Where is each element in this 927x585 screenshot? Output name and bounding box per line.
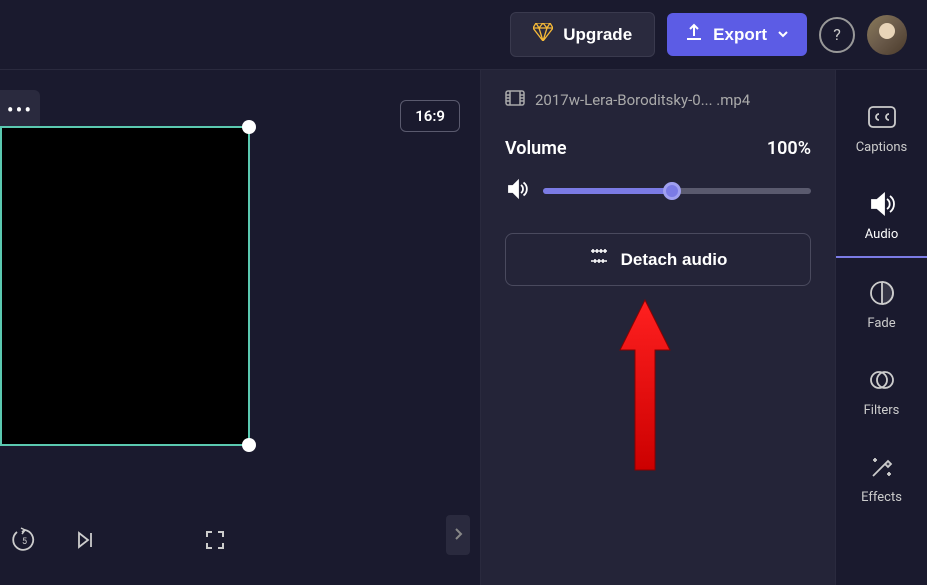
effects-icon [867,452,897,482]
sidebar-label: Fade [867,316,895,331]
panel-toggle-button[interactable] [446,515,470,555]
fade-icon [867,278,897,308]
next-frame-button[interactable] [70,525,100,555]
sidebar-label: Audio [865,227,898,242]
file-name-row: 2017w-Lera-Boroditsky-0... .mp4 [505,90,811,110]
upgrade-label: Upgrade [563,25,632,45]
video-file-icon [505,90,525,110]
ellipsis-icon: ••• [7,98,33,122]
detach-label: Detach audio [621,250,728,270]
media-selection-frame[interactable] [0,126,250,446]
captions-icon [867,102,897,132]
upload-icon [685,23,703,46]
help-button[interactable]: ? [819,17,855,53]
volume-slider-row [505,177,811,205]
svg-text:5: 5 [22,537,27,547]
user-avatar[interactable] [867,15,907,55]
sidebar-item-captions[interactable]: Captions [836,88,927,169]
volume-value: 100% [767,138,811,159]
fullscreen-button[interactable] [200,525,230,555]
file-name-text: 2017w-Lera-Boroditsky-0... .mp4 [535,91,750,109]
diamond-icon [533,23,553,46]
right-sidebar: Captions Audio Fade Filters Effects [835,70,927,585]
speaker-icon [505,177,529,205]
filters-icon [867,365,897,395]
export-label: Export [713,25,767,45]
detach-audio-button[interactable]: Detach audio [505,233,811,286]
volume-slider-thumb[interactable] [663,182,681,200]
sidebar-item-effects[interactable]: Effects [836,438,927,519]
sidebar-label: Effects [861,490,902,505]
aspect-ratio-badge[interactable]: 16:9 [400,100,460,132]
sidebar-label: Captions [856,140,908,155]
audio-icon [867,189,897,219]
sidebar-item-filters[interactable]: Filters [836,351,927,432]
upgrade-button[interactable]: Upgrade [510,12,655,57]
export-button[interactable]: Export [667,13,807,56]
chevron-right-icon [453,526,463,545]
detach-icon [589,248,609,271]
volume-row: Volume 100% [505,138,811,159]
resize-handle-top-right[interactable] [242,120,256,134]
sidebar-item-audio[interactable]: Audio [836,175,927,258]
volume-label: Volume [505,138,567,159]
properties-panel: 2017w-Lera-Boroditsky-0... .mp4 Volume 1… [480,70,835,585]
more-options-button[interactable]: ••• [0,90,40,130]
sidebar-label: Filters [864,403,900,418]
volume-slider[interactable] [543,188,811,194]
chevron-down-icon [777,25,789,45]
replay-5-button[interactable]: 5 [10,525,40,555]
canvas-area: ••• 16:9 5 [0,70,480,585]
resize-handle-bottom-right[interactable] [242,438,256,452]
volume-slider-fill [543,188,672,194]
top-bar: Upgrade Export ? [0,0,927,70]
sidebar-item-fade[interactable]: Fade [836,264,927,345]
help-icon: ? [833,25,841,44]
playback-controls: 5 [0,525,100,555]
